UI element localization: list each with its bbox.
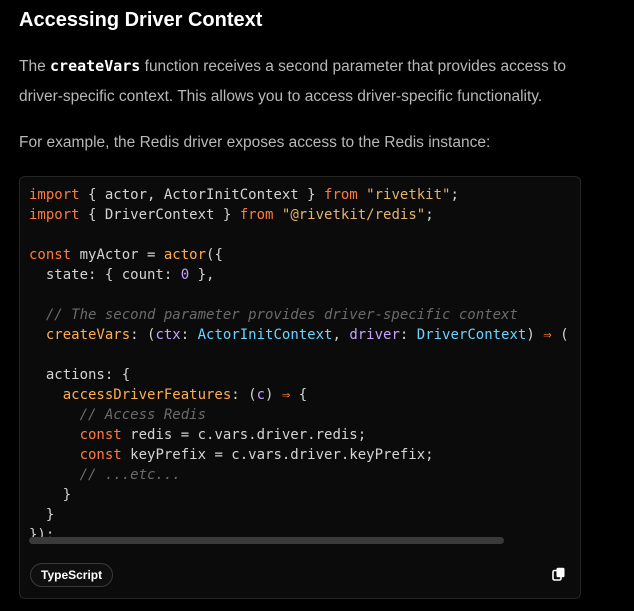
code-line: const keyPrefix = c.vars.driver.keyPrefi…	[79, 447, 434, 463]
docs-page: Accessing Driver Context The createVars …	[0, 0, 634, 611]
section-heading: Accessing Driver Context	[19, 9, 263, 31]
code-line: const myActor = actor({	[29, 247, 223, 263]
intro-prefix: The	[19, 58, 51, 75]
code-line: import { DriverContext } from "@rivetkit…	[29, 207, 434, 223]
code-line: state: { count: 0 },	[29, 267, 215, 283]
code-line: import { actor, ActorInitContext } from …	[29, 187, 459, 203]
code-line: createVars: (ctx: ActorInitContext, driv…	[45, 327, 569, 343]
code-line: actions: {	[29, 367, 131, 383]
code-line: // The second parameter provides driver-…	[29, 307, 518, 323]
intro-paragraph: The createVars function receives a secon…	[19, 51, 609, 112]
copy-icon[interactable]	[552, 567, 566, 581]
code-line: const redis = c.vars.driver.redis;	[79, 427, 367, 443]
language-badge: TypeScript	[30, 563, 114, 587]
code-line: // Access Redis	[29, 407, 207, 423]
code-line: }	[29, 507, 55, 523]
inline-code-createvars: createVars	[50, 57, 141, 75]
code-scroll-area[interactable]: import { actor, ActorInitContext } from …	[20, 177, 580, 537]
code-content: import { actor, ActorInitContext } from …	[20, 177, 580, 537]
code-line: accessDriverFeatures: (c) ⇒ {	[62, 387, 308, 403]
code-block: import { actor, ActorInitContext } from …	[19, 176, 581, 599]
code-line: // ...etc...	[29, 467, 181, 483]
code-line: }	[29, 487, 72, 503]
code-footer: TypeScript	[20, 557, 580, 598]
code-line: });	[29, 527, 55, 537]
copy-icon-graphic	[552, 567, 565, 581]
horizontal-scrollbar[interactable]	[29, 537, 504, 544]
example-paragraph: For example, the Redis driver exposes ac…	[19, 134, 491, 151]
